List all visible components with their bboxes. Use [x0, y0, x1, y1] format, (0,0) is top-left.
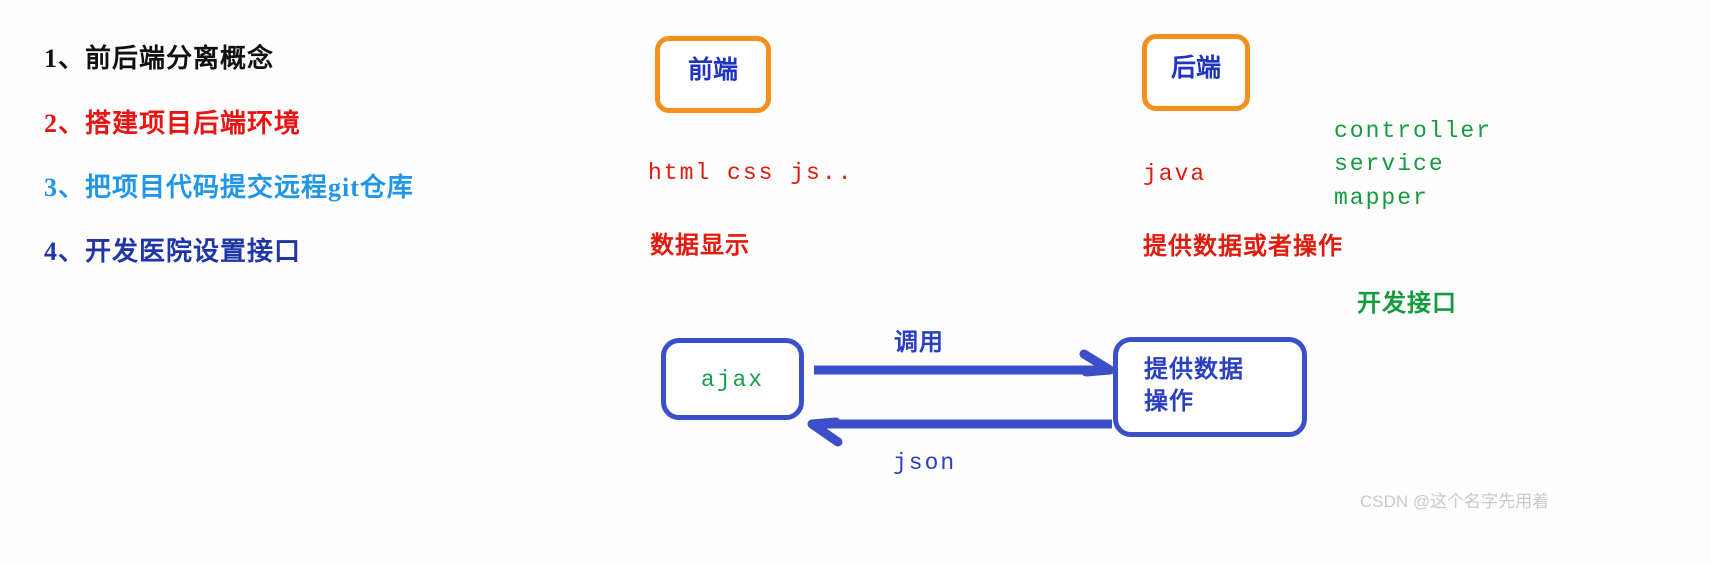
backend-layer-controller: controller — [1334, 118, 1493, 144]
csdn-watermark: CSDN @这个名字先用着 — [1360, 492, 1550, 511]
server-box-label: 提供数据 操作 — [1144, 354, 1244, 419]
server-box: 提供数据 操作 — [1113, 337, 1307, 437]
frontend-box-label: 前端 — [687, 57, 738, 84]
outline-item-4: 4、开发医院设置接口 — [44, 237, 302, 266]
backend-tech-note: java — [1143, 161, 1207, 187]
backend-layer-list: controller service mapper — [1334, 115, 1492, 215]
server-box-label-line2: 操作 — [1144, 389, 1194, 416]
frontend-box: 前端 — [655, 36, 771, 113]
outline-item-2: 2、搭建项目后端环境 — [44, 109, 302, 138]
backend-box: 后端 — [1142, 34, 1250, 111]
response-arrow-label: json — [893, 450, 957, 476]
server-box-label-line1: 提供数据 — [1144, 357, 1244, 383]
outline-item-3: 3、把项目代码提交远程git仓库 — [44, 173, 414, 202]
outline-item-1: 1、前后端分离概念 — [44, 44, 275, 73]
backend-role-note: 提供数据或者操作 — [1143, 234, 1343, 260]
backend-layer-service: service — [1334, 151, 1445, 178]
backend-box-label: 后端 — [1170, 55, 1221, 82]
develop-api-note: 开发接口 — [1357, 291, 1457, 317]
ajax-box-label: ajax — [700, 367, 765, 393]
response-arrow — [807, 417, 1112, 447]
request-arrow — [814, 349, 1115, 377]
request-arrow-label: 调用 — [894, 330, 944, 356]
frontend-role-note: 数据显示 — [650, 233, 750, 259]
ajax-box: ajax — [661, 338, 804, 420]
diagram-canvas: 1、前后端分离概念 2、搭建项目后端环境 3、把项目代码提交远程git仓库 4、… — [0, 0, 1711, 563]
frontend-tech-note: html css js.. — [648, 160, 854, 186]
backend-layer-mapper: mapper — [1334, 184, 1429, 211]
flow-arrows — [807, 349, 1115, 447]
